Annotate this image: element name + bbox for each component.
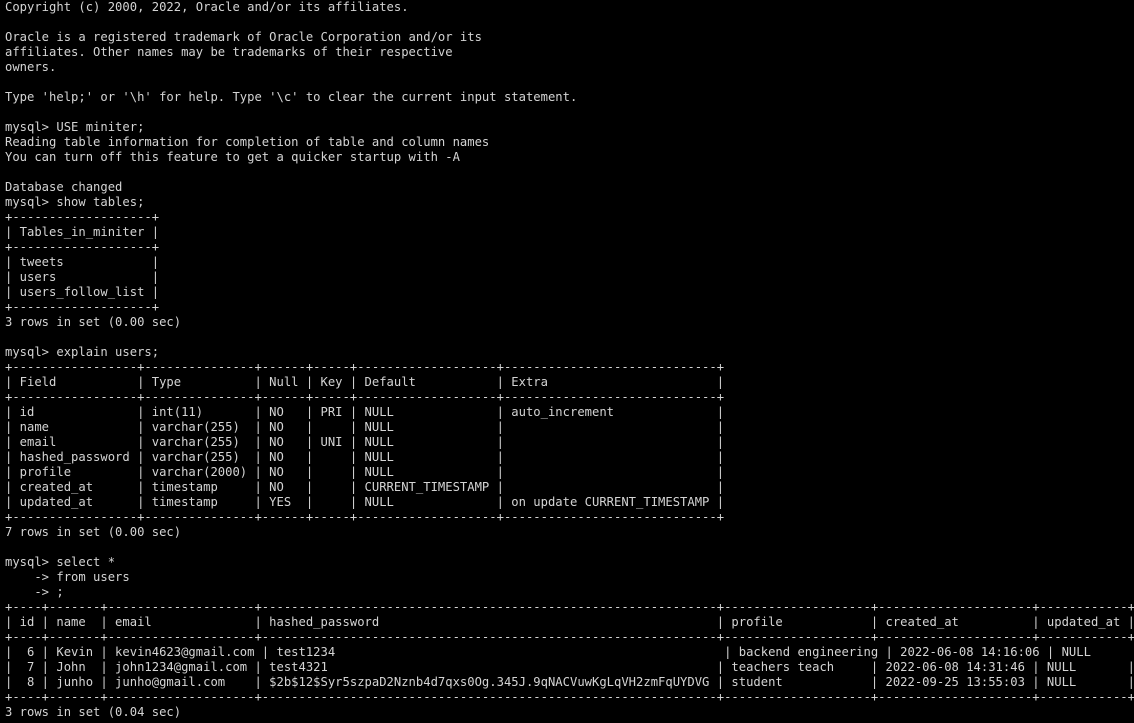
table-row-line: | 7 | John | john1234@gmail.com | test43…: [5, 660, 1134, 674]
table-border-line: +----+-------+--------------------+-----…: [5, 600, 1134, 614]
table-row-line: | Tables_in_miniter |: [5, 225, 160, 239]
continuation-line: -> ;: [5, 585, 64, 599]
table-border-line: +-------------------+: [5, 240, 160, 254]
command-line: mysql> show tables;: [5, 195, 145, 209]
table-row-line: | updated_at | timestamp | YES | | NULL …: [5, 495, 725, 509]
output-line: owners.: [5, 60, 57, 74]
output-line: Database changed: [5, 180, 123, 194]
table-row-line: | Field | Type | Null | Key | Default | …: [5, 375, 725, 389]
output-line: 7 rows in set (0.00 sec): [5, 525, 182, 539]
output-line: Copyright (c) 2000, 2022, Oracle and/or …: [5, 0, 409, 14]
table-row-line: | created_at | timestamp | NO | | CURREN…: [5, 480, 725, 494]
output-line: Type 'help;' or '\h' for help. Type '\c'…: [5, 90, 578, 104]
table-row-line: | 8 | junho | junho@gmail.com | $2b$12$S…: [5, 675, 1134, 689]
table-row-line: | users_follow_list |: [5, 285, 160, 299]
table-row-line: | hashed_password | varchar(255) | NO | …: [5, 450, 725, 464]
output-line: You can turn off this feature to get a q…: [5, 150, 460, 164]
table-row-line: | id | name | email | hashed_password | …: [5, 615, 1134, 629]
table-border-line: +----+-------+--------------------+-----…: [5, 690, 1134, 704]
output-line: Reading table information for completion…: [5, 135, 490, 149]
table-border-line: +-----------------+---------------+-----…: [5, 360, 725, 374]
table-row-line: | tweets |: [5, 255, 160, 269]
table-border-line: +-----------------+---------------+-----…: [5, 510, 725, 524]
table-border-line: +-------------------+: [5, 210, 160, 224]
table-row-line: | 6 | Kevin | kevin4623@gmail.com | test…: [5, 645, 1134, 659]
command-line: mysql> USE miniter;: [5, 120, 145, 134]
command-line: mysql> select *: [5, 555, 116, 569]
table-row-line: | profile | varchar(2000) | NO | | NULL …: [5, 465, 725, 479]
continuation-line: -> from users: [5, 570, 130, 584]
table-border-line: +----+-------+--------------------+-----…: [5, 630, 1134, 644]
output-line: affiliates. Other names may be trademark…: [5, 45, 453, 59]
table-row-line: | email | varchar(255) | NO | UNI | NULL…: [5, 435, 725, 449]
command-line: mysql> explain users;: [5, 345, 160, 359]
table-row-line: | id | int(11) | NO | PRI | NULL | auto_…: [5, 405, 725, 419]
output-line: 3 rows in set (0.04 sec): [5, 705, 182, 719]
table-border-line: +-----------------+---------------+-----…: [5, 390, 725, 404]
table-row-line: | users |: [5, 270, 160, 284]
output-line: Oracle is a registered trademark of Orac…: [5, 30, 482, 44]
table-border-line: +-------------------+: [5, 300, 160, 314]
terminal-window[interactable]: Copyright (c) 2000, 2022, Oracle and/or …: [5, 0, 1134, 723]
table-row-line: | name | varchar(255) | NO | | NULL | |: [5, 420, 725, 434]
output-line: 3 rows in set (0.00 sec): [5, 315, 182, 329]
